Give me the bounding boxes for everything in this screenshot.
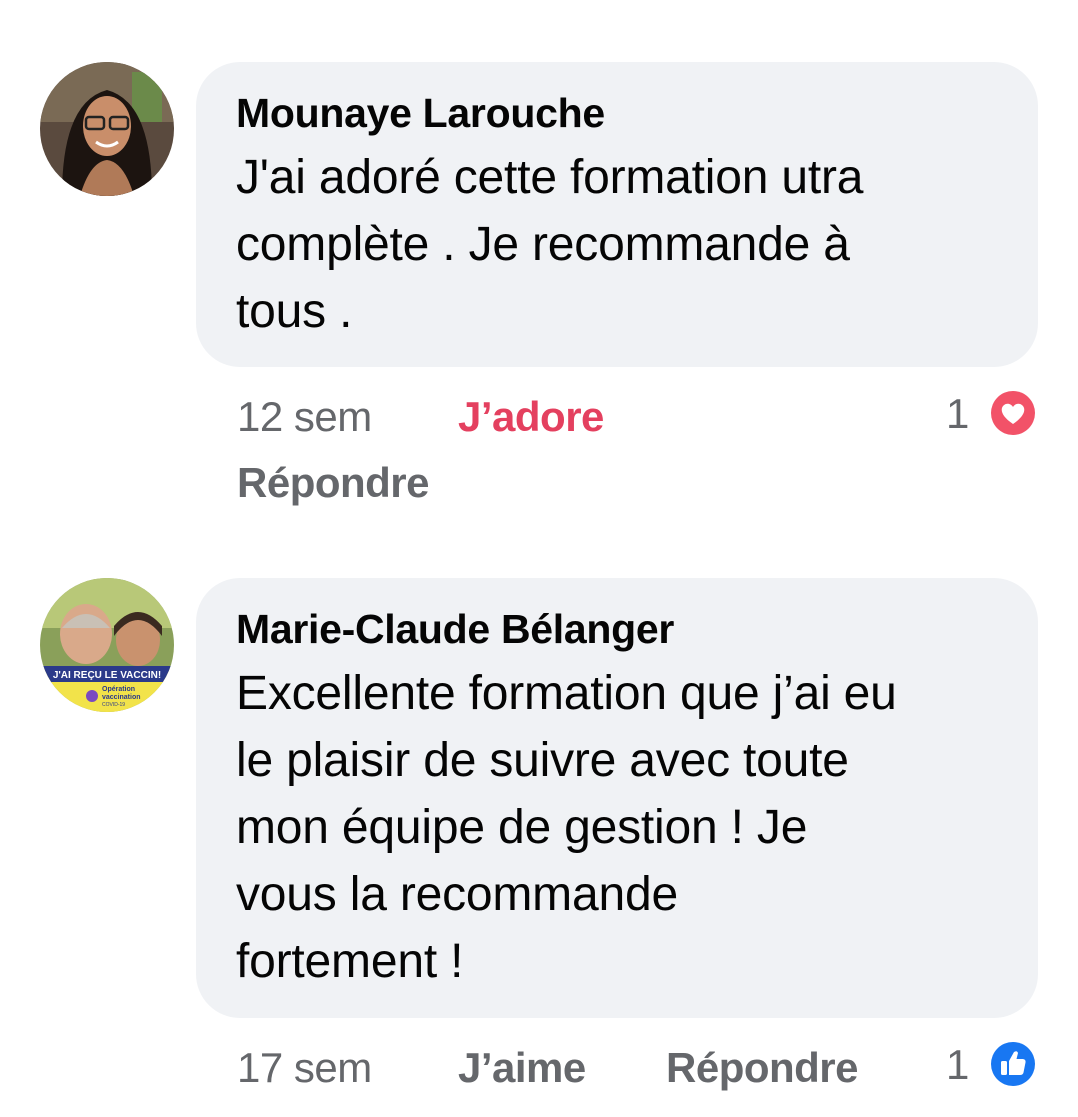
comment-bubble: Marie-Claude Bélanger Excellente formati… <box>196 578 1038 1018</box>
comment-timestamp[interactable]: 12 sem <box>237 392 372 442</box>
svg-text:Opération: Opération <box>102 686 135 693</box>
svg-text:vaccination: vaccination <box>102 694 141 701</box>
like-thumb-icon[interactable] <box>987 1038 1039 1090</box>
avatar[interactable] <box>40 62 174 196</box>
avatar-photo-icon <box>40 62 174 196</box>
reply-button[interactable]: Répondre <box>666 1043 859 1093</box>
comment-text: J'ai adoré cette formation utra complète… <box>236 151 864 338</box>
comment-timestamp[interactable]: 17 sem <box>237 1043 372 1093</box>
reaction-count[interactable]: 1 <box>946 1040 969 1090</box>
comment-bubble: Mounaye Larouche J'ai adoré cette format… <box>196 62 1038 367</box>
avatar-photo-icon: J'AI REÇU LE VACCIN! Opération vaccinati… <box>40 578 174 712</box>
svg-text:COVID-19: COVID-19 <box>102 702 125 708</box>
reaction-count[interactable]: 1 <box>946 389 969 439</box>
avatar[interactable]: J'AI REÇU LE VACCIN! Opération vaccinati… <box>40 578 174 712</box>
heart-icon[interactable] <box>987 387 1039 439</box>
svg-text:J'AI REÇU LE VACCIN!: J'AI REÇU LE VACCIN! <box>53 670 161 681</box>
comment-author[interactable]: Marie-Claude Bélanger <box>236 604 998 654</box>
comment-text: Excellente formation que j’ai eu le plai… <box>236 667 897 988</box>
like-button[interactable]: J’aime <box>458 1043 586 1093</box>
reply-button[interactable]: Répondre <box>237 458 430 508</box>
reaction-button[interactable]: J’adore <box>458 392 604 442</box>
comment-author[interactable]: Mounaye Larouche <box>236 88 998 138</box>
